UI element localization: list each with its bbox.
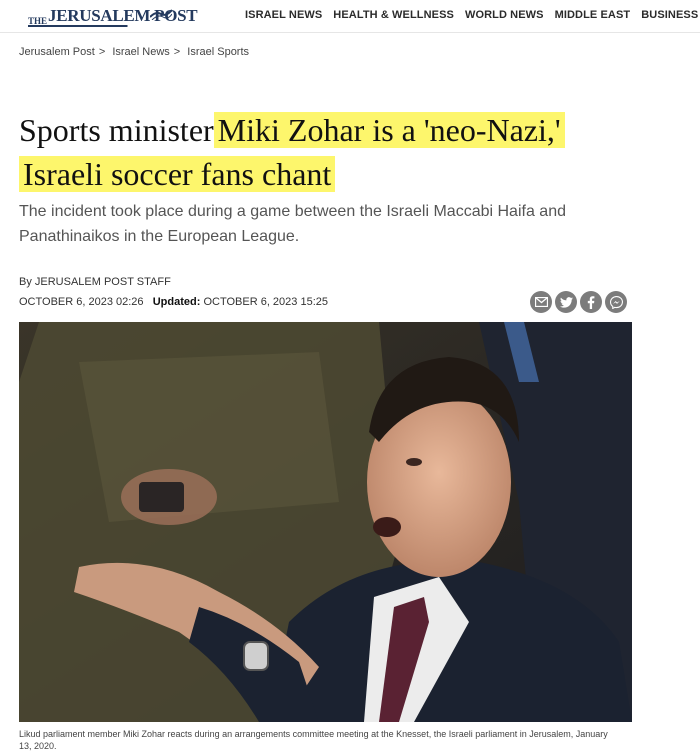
breadcrumb-separator: > [98,46,106,58]
breadcrumb-israel-sports[interactable]: Israel Sports [187,46,249,58]
breadcrumb-jerusalem-post[interactable]: Jerusalem Post [19,46,95,58]
updated-label: Updated: [152,296,201,308]
messenger-icon[interactable] [605,291,627,313]
breadcrumb: Jerusalem Post > Israel News > Israel Spor… [19,46,253,58]
nav-world-news[interactable]: WORLD NEWS [465,9,544,21]
headline-plain: Sports minister [19,112,214,148]
main-nav: ISRAEL NEWS HEALTH & WELLNESS WORLD NEWS… [245,9,700,21]
headline-highlight: Israeli soccer fans chant [19,156,336,192]
logo-name: JERUSALEM POST [48,6,198,25]
article-photo [19,322,632,722]
updated-date: OCTOBER 6, 2023 15:25 [203,296,328,308]
mail-icon[interactable] [530,291,552,313]
logo-flag-icon [150,9,172,20]
breadcrumb-israel-news[interactable]: Israel News [112,46,169,58]
logo-underline [28,25,170,27]
nav-health-wellness[interactable]: HEALTH & WELLNESS [333,9,454,21]
article-dateline: OCTOBER 6, 2023 02:26 Updated: OCTOBER 6… [19,296,328,308]
nav-middle-east[interactable]: MIDDLE EAST [555,9,631,21]
nav-israel-news[interactable]: ISRAEL NEWS [245,9,322,21]
twitter-icon[interactable] [555,291,577,313]
nav-business-innovation[interactable]: BUSINESS & INNOVATION [641,9,700,21]
photo-illustration [19,322,632,722]
share-bar [530,291,627,313]
headline-highlight: Miki Zohar is a 'neo-Nazi,' [213,112,565,148]
publish-date: OCTOBER 6, 2023 02:26 [19,296,144,308]
article-byline[interactable]: By JERUSALEM POST STAFF [19,276,171,288]
breadcrumb-separator: > [173,46,181,58]
facebook-icon[interactable] [580,291,602,313]
photo-caption: Likud parliament member Miki Zohar react… [19,729,608,751]
top-navigation-bar: THE JERUSALEM POST ISRAEL NEWS HEALTH & … [0,0,700,33]
article-subtitle: The incident took place during a game be… [19,203,566,245]
article-headline: Sports minister Miki Zohar is a 'neo-Nazi… [19,108,619,196]
